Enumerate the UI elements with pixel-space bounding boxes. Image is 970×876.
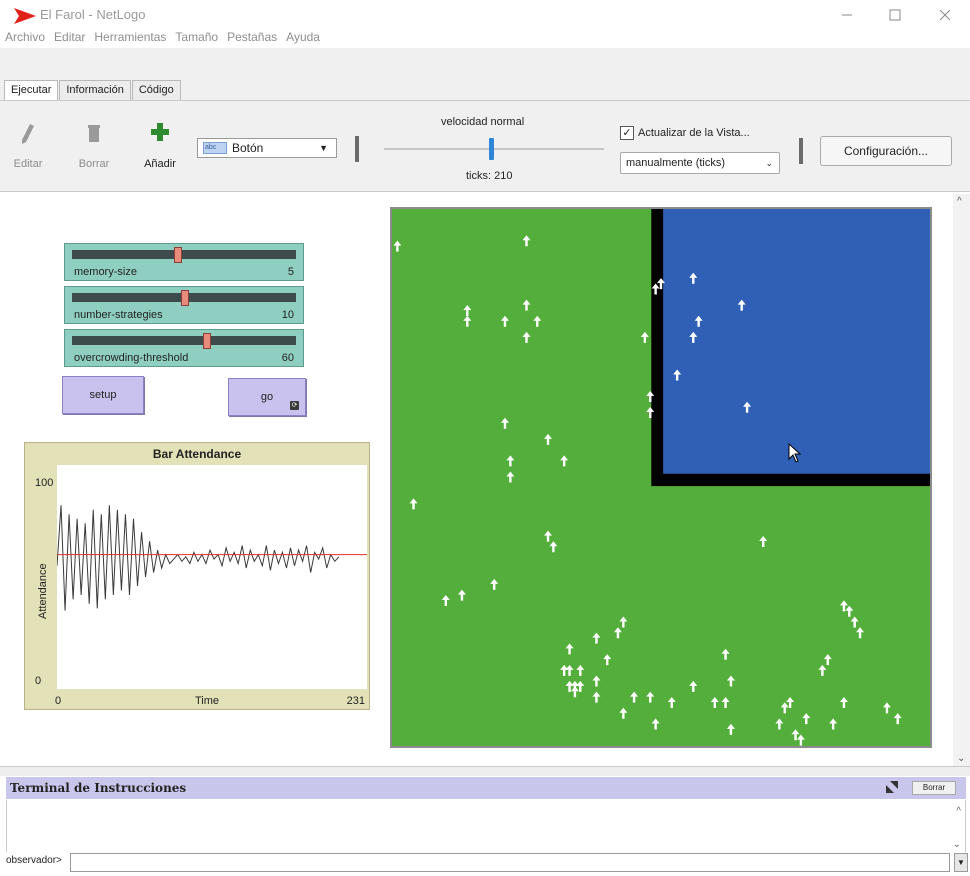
menu-bar: Archivo Editar Herramientas Tamaño Pesta… (0, 28, 324, 48)
delete-button[interactable]: Borrar (72, 118, 116, 178)
tab-codigo[interactable]: Código (131, 80, 181, 100)
world-canvas (392, 209, 930, 746)
trash-icon (88, 125, 100, 142)
terminal-splitter[interactable] (0, 766, 970, 776)
edit-label: Editar (13, 158, 43, 170)
add-button[interactable]: Añadir (138, 118, 182, 178)
plot-ymin: 0 (35, 675, 42, 687)
settings-button[interactable]: Configuración... (820, 136, 952, 166)
update-view-checkbox[interactable]: ✓ (620, 126, 634, 140)
speed-label: velocidad normal (441, 116, 525, 128)
slider-track (72, 250, 296, 259)
slider-value: 60 (281, 352, 294, 364)
ticks-counter: ticks: 210 (466, 170, 513, 182)
menu-pestanas[interactable]: Pestañas (222, 28, 281, 48)
menu-editar[interactable]: Editar (49, 28, 89, 48)
menu-tamano[interactable]: Tamaño (170, 28, 222, 48)
update-view-row: ✓ Actualizar de la Vista... (620, 126, 750, 140)
delete-label: Borrar (78, 158, 110, 170)
plot-ymax: 100 (35, 477, 54, 489)
update-mode-value: manualmente (ticks) (626, 157, 726, 169)
close-button[interactable] (922, 2, 968, 28)
scroll-down-icon[interactable]: ⌄ (957, 753, 965, 764)
plot-title: Bar Attendance (152, 447, 242, 461)
mouse-cursor-icon (788, 442, 802, 466)
terminal-header: Terminal de Instrucciones (6, 777, 966, 799)
plot-bar-attendance: Bar Attendance 100 0 0 231 Time Attendan… (24, 442, 370, 710)
scroll-up-icon[interactable]: ^ (957, 196, 962, 207)
bar-area (663, 209, 930, 474)
go-label: go (260, 391, 274, 403)
separator (799, 138, 803, 164)
slider-track (72, 336, 296, 345)
speed-slider-knob[interactable] (489, 138, 494, 160)
terminal-output: ^ ⌄ (6, 800, 966, 852)
widget-type-select[interactable]: abc Botón ▼ (197, 138, 337, 158)
command-prompt-label[interactable]: observador> (6, 855, 62, 866)
speed-slider-track[interactable] (384, 148, 604, 150)
tab-strip: Ejecutar Información Código (4, 80, 182, 100)
scroll-down-icon[interactable]: ⌄ (953, 839, 961, 850)
chevron-down-icon: ▼ (319, 143, 328, 153)
terminal-clear-button[interactable]: Borrar (912, 781, 956, 795)
minimize-button[interactable] (824, 2, 870, 28)
slider-name: overcrowding-threshold (74, 352, 189, 364)
plot-xmax: 231 (346, 695, 365, 707)
slider-value: 10 (281, 309, 294, 321)
tab-informacion[interactable]: Información (59, 80, 131, 100)
forever-loop-icon: ⟳ (290, 401, 299, 410)
plot-ylabel: Attendance (37, 563, 49, 619)
world-view[interactable] (390, 207, 932, 748)
plot-xmin: 0 (55, 695, 62, 707)
menu-archivo[interactable]: Archivo (0, 28, 49, 48)
go-button[interactable]: go ⟳ (228, 378, 306, 416)
slider-knob[interactable] (202, 333, 211, 349)
pencil-icon (22, 124, 34, 144)
slider-name: memory-size (74, 266, 137, 278)
update-mode-select[interactable]: manualmente (ticks) ⌄ (620, 152, 780, 174)
slider-name: number-strategies (74, 309, 163, 321)
scroll-up-icon[interactable]: ^ (956, 806, 961, 817)
slider-value: 5 (287, 266, 294, 278)
chevron-down-icon: ⌄ (765, 158, 773, 168)
plus-icon (151, 123, 169, 141)
slider-overcrowding-threshold[interactable]: overcrowding-threshold 60 (64, 329, 304, 367)
menu-herramientas[interactable]: Herramientas (89, 28, 170, 48)
slider-knob[interactable] (181, 290, 189, 306)
setup-button[interactable]: setup (62, 376, 144, 414)
widget-type-value: Botón (232, 141, 264, 155)
slider-knob[interactable] (174, 247, 183, 263)
series-line-attendance (56, 505, 340, 611)
edit-button[interactable]: Editar (6, 118, 50, 178)
plot-xlabel: Time (195, 695, 220, 707)
plot-area (56, 465, 367, 689)
command-history-dropdown[interactable]: ▼ (954, 853, 968, 872)
maximize-button[interactable] (872, 2, 918, 28)
tab-ejecutar[interactable]: Ejecutar (4, 80, 59, 100)
menu-ayuda[interactable]: Ayuda (281, 28, 324, 48)
netlogo-logo-icon (14, 8, 36, 27)
vertical-scrollbar[interactable]: ^ ⌄ (953, 194, 970, 766)
command-input[interactable] (70, 853, 950, 872)
slider-number-strategies[interactable]: number-strategies 10 (64, 286, 304, 324)
update-view-label: Actualizar de la Vista... (638, 127, 750, 139)
button-widget-icon: abc (203, 142, 227, 154)
separator (355, 136, 359, 162)
expand-terminal-icon[interactable] (886, 781, 898, 793)
add-label: Añadir (144, 158, 176, 170)
slider-memory-size[interactable]: memory-size 5 (64, 243, 304, 281)
plot-canvas (56, 505, 367, 611)
window-title: El Farol - NetLogo (40, 7, 146, 22)
